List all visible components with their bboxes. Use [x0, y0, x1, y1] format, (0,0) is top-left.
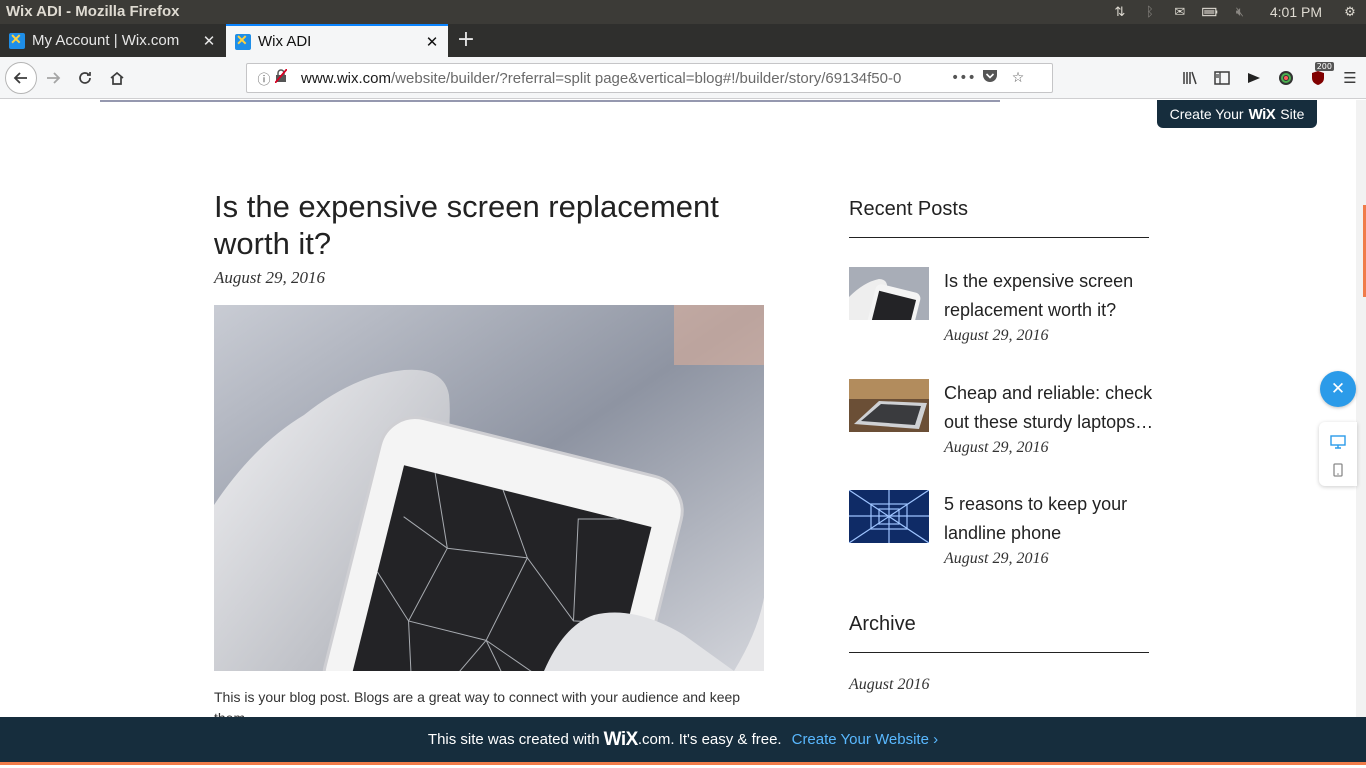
recent-post-item[interactable]: Is the expensive screen replacement wort… — [849, 267, 1149, 357]
ublock-badge: 200 — [1314, 62, 1334, 71]
recent-post-thumbnail[interactable] — [849, 379, 929, 432]
recent-post-title[interactable]: Is the expensive screen replacement wort… — [944, 267, 1154, 325]
desktop-view-icon[interactable] — [1330, 434, 1346, 450]
close-tab-icon[interactable]: ✕ — [201, 32, 217, 50]
forward-arrow-icon — [47, 72, 61, 84]
recent-post-date: August 29, 2016 — [944, 439, 1049, 456]
color-picker-icon[interactable] — [1270, 63, 1302, 93]
top-strip — [100, 100, 1000, 102]
tab-strip: My Account | Wix.com ✕ Wix ADI ✕ + — [0, 24, 1366, 57]
battery-icon[interactable] — [1202, 5, 1218, 19]
post-body: This is your blog post. Blogs are a grea… — [214, 689, 741, 717]
post-image-cracked-phone — [214, 305, 764, 671]
reload-icon — [79, 72, 91, 84]
sidebar-icon[interactable] — [1206, 63, 1238, 93]
archive-link-august-2016[interactable]: August 2016 — [849, 676, 929, 694]
system-tray: ⇅ ᛒ ✉ 🔇︎ 4:01 PM ⚙ — [1112, 0, 1358, 24]
create-tag-prefix: Create Your — [1169, 106, 1244, 122]
wix-favicon-icon — [9, 31, 25, 49]
archive-heading: Archive — [849, 613, 916, 635]
wix-logo: WiX — [603, 728, 639, 750]
post-title: Is the expensive screen replacement wort… — [214, 189, 719, 261]
tab-label: My Account | Wix.com — [32, 32, 180, 49]
library-icon[interactable] — [1174, 63, 1206, 93]
url-domain: www.wix.com — [301, 69, 392, 87]
network-arrows-icon[interactable]: ⇅ — [1112, 5, 1128, 20]
home-icon — [110, 71, 124, 85]
recent-posts-heading: Recent Posts — [849, 198, 968, 220]
reload-button[interactable] — [70, 63, 100, 93]
home-button[interactable] — [102, 63, 132, 93]
gear-icon[interactable]: ⚙ — [1342, 5, 1358, 20]
create-tag-suffix: Site — [1280, 106, 1305, 122]
create-your-wix-site-tag[interactable]: Create Your WiX Site — [1157, 100, 1317, 128]
recent-post-title[interactable]: Cheap and reliable: check out these stur… — [944, 379, 1154, 437]
close-preview-button[interactable]: ✕ — [1320, 371, 1356, 407]
recent-post-date: August 29, 2016 — [944, 550, 1049, 567]
back-arrow-icon — [13, 72, 27, 84]
recent-post-date: August 29, 2016 — [944, 327, 1049, 344]
flag-extension-icon[interactable] — [1238, 63, 1270, 93]
banner-text: This site was created with — [427, 731, 600, 748]
browser-tools: 200 ☰ — [1174, 62, 1366, 93]
recent-post-title[interactable]: 5 reasons to keep your landline phone — [944, 490, 1154, 548]
mail-icon[interactable]: ✉ — [1172, 5, 1188, 20]
recent-post-item[interactable]: Cheap and reliable: check out these stur… — [849, 379, 1153, 469]
navigation-toolbar: ⓘ www.wix.com/website/builder/?referral=… — [0, 57, 1366, 99]
bottom-accent-line — [0, 762, 1366, 768]
window-title: Wix ADI - Mozilla Firefox — [6, 3, 180, 20]
url-path: /website/builder/?referral=split page&ve… — [391, 69, 902, 87]
hamburger-menu-icon[interactable]: ☰ — [1334, 63, 1366, 93]
archive-divider — [849, 652, 1149, 653]
site-info-icon[interactable]: ⓘ — [255, 69, 273, 88]
tab-my-account[interactable]: My Account | Wix.com ✕ — [0, 24, 225, 57]
wix-logo: WiX — [1248, 105, 1276, 123]
device-switcher — [1319, 422, 1357, 486]
url-text[interactable]: www.wix.com/website/builder/?referral=sp… — [301, 70, 941, 87]
wix-favicon-icon — [235, 32, 251, 50]
post-date: August 29, 2016 — [214, 268, 325, 287]
recent-posts-divider — [849, 237, 1149, 238]
web-page: Create Your WiX Site Is the expensive sc… — [0, 100, 1366, 717]
banner-text-suffix: .com. It's easy & free. — [637, 731, 782, 748]
new-tab-button[interactable]: + — [454, 24, 478, 57]
tab-label: Wix ADI — [258, 33, 312, 50]
volume-muted-icon[interactable]: 🔇︎ — [1232, 5, 1248, 20]
pocket-icon[interactable] — [979, 69, 1001, 87]
bookmark-star-icon[interactable]: ☆ — [1007, 70, 1029, 86]
mobile-view-icon[interactable] — [1330, 462, 1346, 478]
close-icon: ✕ — [1330, 379, 1346, 399]
recent-post-item[interactable]: 5 reasons to keep your landline phone Au… — [849, 490, 1149, 580]
wix-footer-banner: This site was created with WiX .com. It's… — [0, 717, 1366, 762]
clock[interactable]: 4:01 PM — [1270, 4, 1322, 20]
tab-wix-adi[interactable]: Wix ADI ✕ — [226, 24, 448, 57]
back-button[interactable] — [5, 62, 37, 94]
bluetooth-icon[interactable]: ᛒ — [1142, 5, 1158, 20]
page-actions-icon[interactable]: ••• — [951, 70, 976, 86]
recent-post-thumbnail[interactable] — [849, 267, 929, 320]
ublock-icon[interactable]: 200 — [1302, 62, 1334, 93]
forward-button[interactable] — [38, 63, 68, 93]
url-bar[interactable]: ⓘ www.wix.com/website/builder/?referral=… — [246, 63, 1053, 93]
page-scrollbar[interactable] — [1356, 100, 1366, 717]
create-your-website-link[interactable]: Create Your Website › — [792, 731, 938, 748]
os-top-bar: Wix ADI - Mozilla Firefox ⇅ ᛒ ✉ 🔇︎ 4:01 … — [0, 0, 1366, 24]
insecure-lock-icon[interactable] — [274, 68, 291, 87]
close-tab-icon[interactable]: ✕ — [424, 33, 440, 51]
recent-post-thumbnail[interactable] — [849, 490, 929, 543]
